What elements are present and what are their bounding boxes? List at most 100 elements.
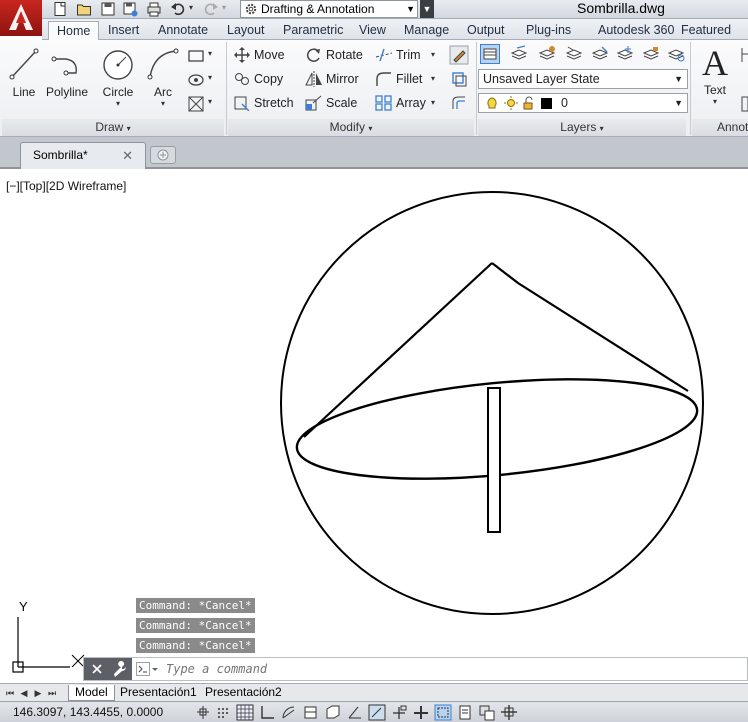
file-tab-sombrilla[interactable]: Sombrilla* ✕: [20, 142, 146, 169]
previous-layout-icon[interactable]: ◀: [18, 686, 30, 700]
erase-icon[interactable]: [449, 45, 469, 65]
tab-autodesk-360[interactable]: Autodesk 360: [590, 21, 682, 40]
dimension-icon[interactable]: [738, 46, 748, 66]
layer-match-icon[interactable]: [509, 44, 529, 64]
text-dropdown-icon[interactable]: ▾: [696, 97, 734, 106]
workspace-select[interactable]: Drafting & Annotation ▼: [240, 0, 418, 18]
dynamic-input-icon[interactable]: [390, 704, 408, 721]
line-tool-button[interactable]: Line: [6, 43, 42, 99]
redo-dropdown-icon[interactable]: ▾: [222, 3, 226, 12]
undo-dropdown-icon[interactable]: ▾: [189, 3, 193, 12]
annotation-panel-title[interactable]: Annot: [692, 119, 748, 136]
copy-tool-label: Copy: [254, 72, 284, 86]
tab-presentacion1[interactable]: Presentación1: [114, 685, 203, 701]
mirror-tool-label: Mirror: [326, 72, 359, 86]
layer-off-icon[interactable]: [590, 44, 610, 64]
layer-state-value: Unsaved Layer State: [483, 72, 600, 86]
close-icon[interactable]: [92, 664, 102, 674]
3d-object-snap-icon[interactable]: [324, 704, 342, 721]
infer-constraints-icon[interactable]: [194, 704, 212, 721]
layer-isolate-icon[interactable]: [564, 44, 584, 64]
dynamic-ucs-icon[interactable]: [368, 704, 386, 721]
undo-icon[interactable]: [170, 1, 186, 17]
tab-layout[interactable]: Layout: [219, 21, 273, 40]
autocad-window: ▾ ▾ Drafting & Annotation ▼ ▼ Sombrilla.…: [0, 0, 748, 722]
tab-featured-apps[interactable]: Featured App: [673, 21, 748, 55]
command-input[interactable]: [166, 660, 748, 678]
layer-state-select[interactable]: Unsaved Layer State ▼: [478, 69, 688, 89]
tab-view[interactable]: View: [351, 21, 394, 40]
line-tool-label: Line: [12, 85, 36, 99]
polyline-icon: [51, 56, 77, 76]
redo-icon[interactable]: [203, 1, 219, 17]
layer-previous-icon[interactable]: [537, 44, 557, 64]
ortho-mode-icon[interactable]: [258, 704, 276, 721]
layer-properties-icon[interactable]: [480, 44, 500, 64]
rectangle-icon[interactable]: [186, 46, 206, 66]
plot-icon[interactable]: [146, 1, 162, 17]
move-icon: [234, 47, 250, 63]
tab-output[interactable]: Output: [459, 21, 513, 40]
explode-icon[interactable]: [449, 69, 469, 89]
tab-presentacion2[interactable]: Presentación2: [199, 685, 288, 701]
save-as-icon[interactable]: [122, 1, 138, 17]
close-icon[interactable]: ✕: [122, 143, 133, 168]
polyline-tool-button[interactable]: Polyline: [44, 43, 90, 99]
circle-dropdown-icon[interactable]: ▾: [98, 99, 138, 108]
gradient-icon[interactable]: [186, 94, 206, 114]
arc-tool-button[interactable]: Arc ▾: [144, 43, 182, 108]
object-snap-tracking-icon[interactable]: [346, 704, 364, 721]
layer-lock-icon[interactable]: [641, 44, 661, 64]
array-dropdown-icon[interactable]: ▾: [431, 98, 435, 107]
tab-insert[interactable]: Insert: [100, 21, 147, 40]
command-prompt-icon[interactable]: [136, 661, 160, 677]
annotation-monitor-icon[interactable]: [500, 704, 518, 721]
new-tab-button[interactable]: [150, 146, 176, 164]
scale-tool-label: Scale: [326, 96, 358, 110]
polar-tracking-icon[interactable]: [280, 704, 298, 721]
transparency-icon[interactable]: [434, 704, 452, 721]
fillet-dropdown-icon[interactable]: ▾: [431, 74, 435, 83]
selection-cycling-icon[interactable]: [478, 704, 496, 721]
rectangle-dropdown-icon[interactable]: ▾: [208, 49, 212, 58]
rotate-tool-label: Rotate: [326, 48, 363, 62]
quick-properties-icon[interactable]: [456, 704, 474, 721]
new-file-icon[interactable]: [52, 1, 68, 17]
trim-dropdown-icon[interactable]: ▾: [431, 50, 435, 59]
current-layer-select[interactable]: 0 ▼: [478, 93, 688, 113]
wrench-icon[interactable]: [114, 661, 126, 677]
table-icon[interactable]: [738, 94, 748, 114]
application-menu-button[interactable]: [0, 0, 42, 36]
object-snap-icon[interactable]: [302, 704, 320, 721]
hatch-dropdown-icon[interactable]: ▾: [208, 73, 212, 82]
modify-panel-title[interactable]: Modify ▾: [228, 119, 474, 136]
command-line: [83, 657, 748, 681]
gradient-dropdown-icon[interactable]: ▾: [208, 97, 212, 106]
tab-plug-ins[interactable]: Plug-ins: [518, 21, 579, 40]
tab-model[interactable]: Model: [68, 685, 115, 701]
tab-manage[interactable]: Manage: [396, 21, 457, 40]
layer-walk-icon[interactable]: [666, 44, 686, 64]
customize-qat-button[interactable]: ▼: [420, 0, 434, 18]
first-layout-icon[interactable]: ⏮: [4, 686, 16, 700]
save-icon[interactable]: [100, 1, 116, 17]
tab-home[interactable]: Home: [48, 21, 100, 41]
text-tool-button[interactable]: A Text ▾: [696, 43, 734, 106]
open-file-icon[interactable]: [76, 1, 92, 17]
drawing-canvas[interactable]: [−][Top][2D Wireframe] Y Command: *Cance…: [0, 171, 748, 683]
next-layout-icon[interactable]: ▶: [32, 686, 44, 700]
arc-dropdown-icon[interactable]: ▾: [144, 99, 182, 108]
command-history-line: Command: *Cancel*: [136, 598, 255, 613]
hatch-icon[interactable]: [186, 70, 206, 90]
circle-tool-button[interactable]: Circle ▾: [98, 43, 138, 108]
grid-display-icon[interactable]: [236, 704, 254, 721]
tab-annotate[interactable]: Annotate: [150, 21, 216, 40]
tab-parametric[interactable]: Parametric: [275, 21, 351, 40]
layer-freeze-icon[interactable]: [615, 44, 635, 64]
offset-icon[interactable]: [449, 93, 469, 113]
draw-panel-title[interactable]: Draw ▾: [2, 119, 224, 136]
snap-mode-icon[interactable]: [214, 704, 232, 721]
last-layout-icon[interactable]: ⏭: [46, 686, 58, 700]
lineweight-icon[interactable]: [412, 704, 430, 721]
layers-panel-title[interactable]: Layers ▾: [478, 119, 686, 136]
